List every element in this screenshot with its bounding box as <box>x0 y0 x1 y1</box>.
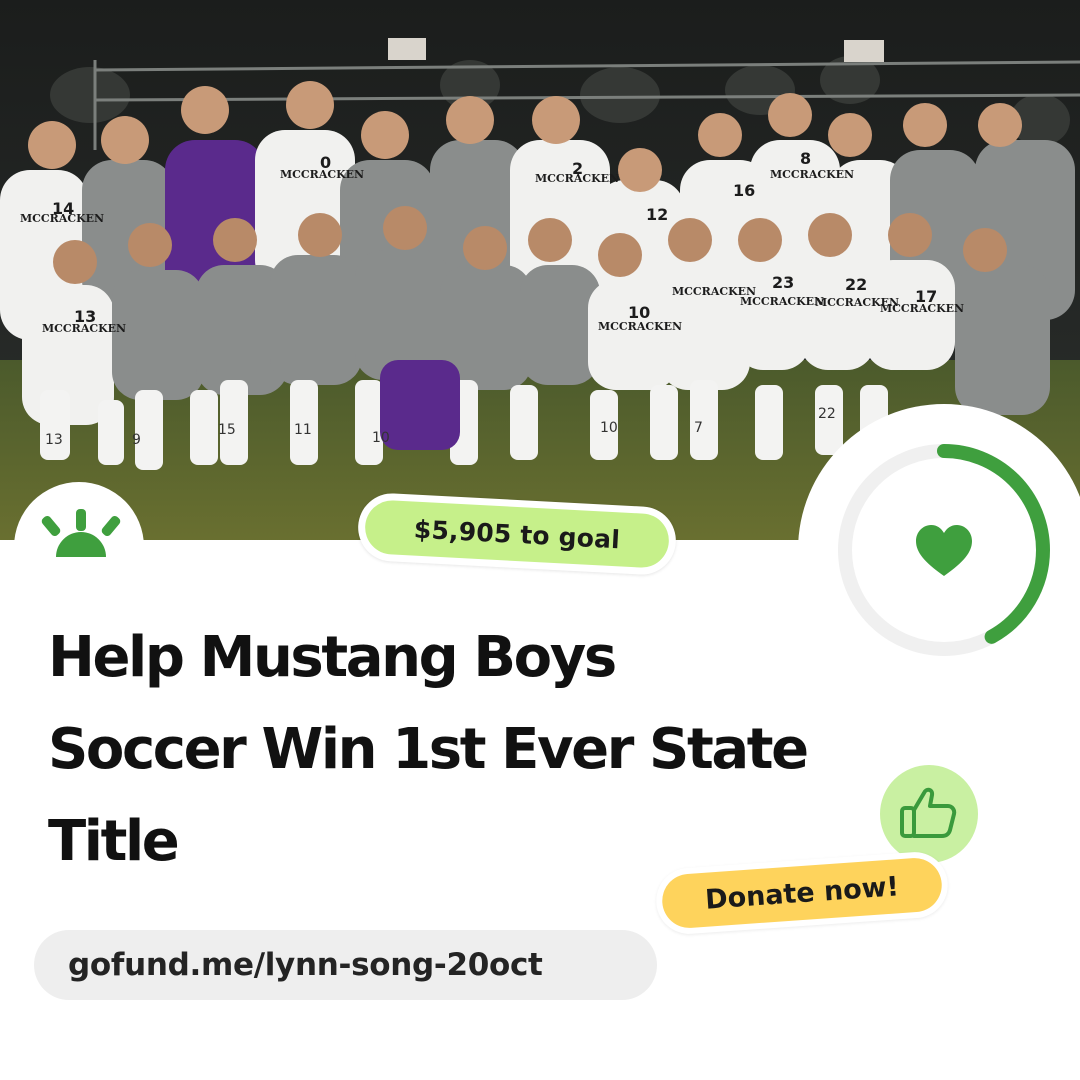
jersey-number: 13 <box>74 307 96 326</box>
jersey-number: 16 <box>733 181 755 200</box>
thumbs-up-icon <box>900 787 957 838</box>
jersey-number: 10 <box>628 303 650 322</box>
gofundme-logo-icon <box>41 509 121 557</box>
jersey-number: 12 <box>646 205 668 224</box>
jersey-number: 8 <box>800 149 811 168</box>
sock-number: 13 <box>45 432 63 448</box>
jersey-number: 23 <box>772 273 794 292</box>
sock-number: 15 <box>218 422 236 438</box>
sock-number: 11 <box>294 422 312 438</box>
donate-button-label: Donate now! <box>660 856 944 930</box>
progress-ring <box>798 404 1080 696</box>
jersey-number: 0 <box>320 153 331 172</box>
jersey-number: 2 <box>572 159 583 178</box>
campaign-url[interactable]: gofund.me/lynn-song-20oct <box>34 930 657 1000</box>
jersey-number: 14 <box>52 199 74 218</box>
goal-badge-label: $5,905 to goal <box>363 499 671 569</box>
jersey-text: MCCRACKEN <box>770 168 854 181</box>
heart-icon <box>916 525 972 576</box>
sock-number: 9 <box>132 432 141 448</box>
jersey-text: MCCRACKEN <box>740 295 824 308</box>
thumbs-up-badge <box>874 759 984 869</box>
jersey-number: 22 <box>845 275 867 294</box>
sock-number: 10 <box>372 430 390 446</box>
sock-number: 7 <box>694 420 703 436</box>
campaign-title: Help Mustang Boys Soccer Win 1st Ever St… <box>48 625 809 874</box>
sock-number: 10 <box>600 420 618 436</box>
jersey-number: 17 <box>915 287 937 306</box>
